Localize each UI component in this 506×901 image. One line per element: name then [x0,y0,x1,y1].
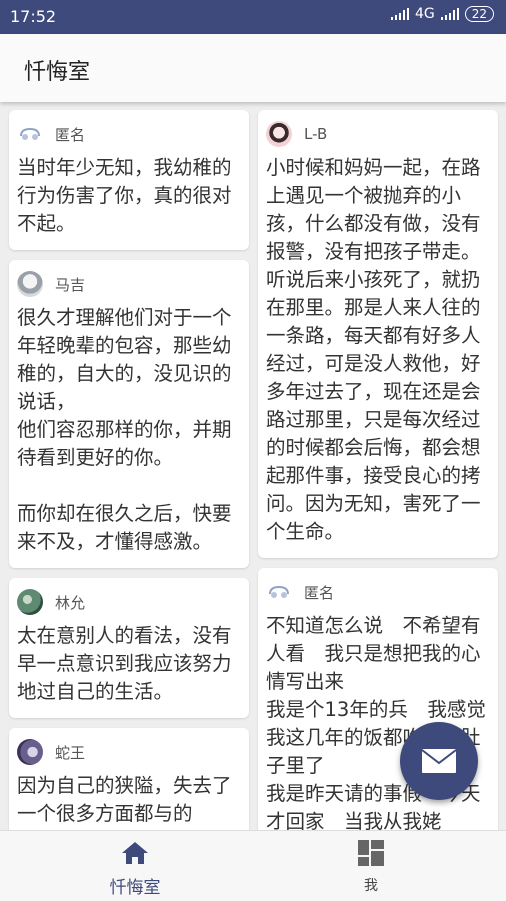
nav-label-home: 忏悔室 [109,878,161,898]
signal-icon-2 [440,8,459,20]
card-username: L-B [304,125,328,143]
anonymous-icon [266,579,292,605]
confession-card[interactable]: 蛇王 因为自己的狭隘，失去了一个很多方面都与的 [9,728,249,830]
card-username: 林允 [55,593,86,612]
user-avatar [17,739,43,765]
card-text: 太在意别人的看法，没有早一点意识到我应该努力地过自己的生活。 [17,624,232,703]
status-bar: 17:52 4G 22 [0,0,506,34]
confession-feed[interactable]: 匿名 当时年少无知，我幼稚的行为伤害了你，真的很对不起。 马吉 很久才理解他们对… [0,102,506,830]
network-type: 4G [414,6,435,22]
page-title: 忏悔室 [24,60,91,85]
card-text: 小时候和妈妈一起，在路上遇见一个被抛弃的小孩，什么都没有做，没有报警，没有把孩子… [266,156,481,543]
compose-button[interactable] [400,722,478,800]
card-username: 匿名 [304,583,335,602]
signal-icon [390,8,409,20]
status-time: 17:52 [10,7,57,26]
bottom-nav: 忏悔室 我 [0,830,506,901]
confession-card[interactable]: L-B 小时候和妈妈一起，在路上遇见一个被抛弃的小孩，什么都没有做，没有报警，没… [258,110,498,558]
card-text: 因为自己的狭隘，失去了一个很多方面都与的 [17,774,232,825]
home-icon [122,842,148,864]
nav-tab-confession[interactable]: 忏悔室 [75,839,195,898]
card-username: 匿名 [55,125,86,144]
anonymous-icon [17,121,43,147]
app-bar: 忏悔室 [0,34,506,102]
battery-icon: 22 [464,6,494,22]
confession-card[interactable]: 马吉 很久才理解他们对于一个年轻晚辈的包容，那些幼稚的，自大的，没见识的说话， … [9,260,249,568]
card-text: 当时年少无知，我幼稚的行为伤害了你，真的很对不起。 [17,156,232,235]
confession-card[interactable]: 林允 太在意别人的看法，没有早一点意识到我应该努力地过自己的生活。 [9,578,249,718]
nav-tab-me[interactable]: 我 [311,839,431,895]
user-avatar [266,121,292,147]
confession-card[interactable]: 匿名 当时年少无知，我幼稚的行为伤害了你，真的很对不起。 [9,110,249,250]
user-avatar [17,589,43,615]
status-indicators: 4G 22 [390,6,494,22]
left-column: 匿名 当时年少无知，我幼稚的行为伤害了你，真的很对不起。 马吉 很久才理解他们对… [9,110,249,830]
card-username: 马吉 [55,275,86,294]
dashboard-icon [358,840,384,866]
card-username: 蛇王 [55,743,86,762]
nav-label-me: 我 [364,878,378,894]
card-text: 不知道怎么说 不希望有人看 我只是想把我的心情写出来 我是个13年的兵 我感觉我… [266,614,486,830]
user-avatar [17,271,43,297]
right-column: L-B 小时候和妈妈一起，在路上遇见一个被抛弃的小孩，什么都没有做，没有报警，没… [258,110,498,830]
card-text: 很久才理解他们对于一个年轻晚辈的包容，那些幼稚的，自大的，没见识的说话， 他们容… [17,306,232,553]
mail-icon [421,749,457,773]
